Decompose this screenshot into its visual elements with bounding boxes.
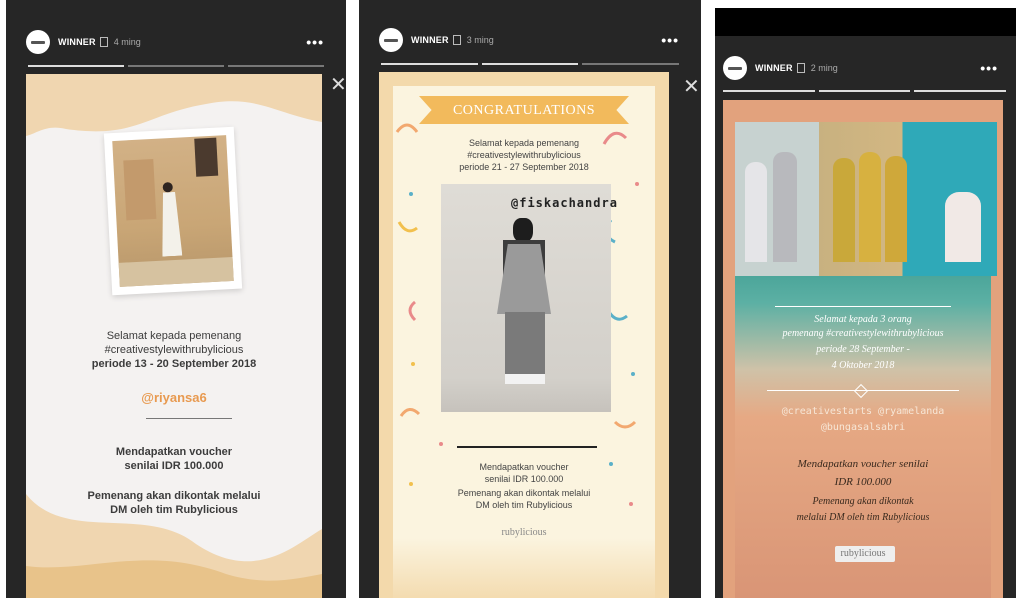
winner-photo (112, 135, 234, 287)
contact-line: DM oleh tim Rubylicious (110, 504, 238, 516)
avatar[interactable] (379, 28, 403, 52)
caption-hashtag: pemenang #creativestylewithrubylicious (782, 328, 944, 339)
group-photo (735, 122, 997, 276)
verified-icon (99, 37, 108, 47)
timestamp: 3 ming (466, 35, 494, 45)
prize-line: senilai IDR 100.000 (124, 460, 224, 472)
more-options-icon[interactable]: ••• (980, 60, 998, 76)
divider (775, 306, 951, 307)
divider (457, 446, 597, 448)
caption-period: 4 Oktober 2018 (831, 360, 895, 371)
avatar[interactable] (723, 56, 747, 80)
username[interactable]: WINNER (411, 35, 449, 45)
more-options-icon[interactable]: ••• (661, 32, 679, 48)
story-panel-2: WINNER 3 ming ••• CONGRATULATIONS Selama… (359, 0, 701, 598)
avatar[interactable] (26, 30, 50, 54)
story-card: CONGRATULATIONS Selamat kepada pemenang … (379, 72, 669, 598)
caption-period: periode 13 - 20 September 2018 (91, 358, 257, 370)
story-panel-3: WINNER 2 ming ••• Selamat kepada 3 orang… (715, 8, 1016, 598)
contact-line: Pemenang akan dikontak melalui (87, 490, 261, 502)
winner-handles[interactable]: @bungasalsabri (723, 422, 1003, 433)
caption-line: Selamat kepada pemenang (106, 330, 242, 342)
contact-line: Pemenang akan dikontak melalui (457, 488, 591, 498)
winner-handle[interactable]: @fiskachandra (511, 196, 618, 210)
timestamp: 2 ming (810, 63, 838, 73)
prize-line: senilai IDR 100.000 (484, 474, 564, 484)
username[interactable]: WINNER (58, 37, 96, 47)
divider (146, 418, 232, 419)
story-card: Selamat kepada 3 orang pemenang #creativ… (723, 100, 1003, 598)
caption-line: Selamat kepada pemenang (468, 138, 580, 148)
banner-title: CONGRATULATIONS (452, 103, 596, 118)
caption-hashtag: #creativestylewithrubylicious (467, 150, 581, 160)
contact-line: melalui DM oleh tim Rubylicious (796, 512, 930, 523)
prize-line: Mendapatkan voucher senilai (797, 458, 929, 470)
more-options-icon[interactable]: ••• (306, 34, 324, 50)
story-progress (28, 65, 324, 67)
story-panel-1: WINNER 4 ming ••• Selamat kepada pemenan… (6, 0, 346, 598)
top-bar (715, 8, 1016, 36)
caption-period: periode 28 September - (816, 344, 910, 355)
story-header: WINNER 4 ming ••• (6, 22, 346, 62)
prize-line: IDR 100.000 (834, 476, 892, 488)
winner-handle[interactable]: @riyansa6 (26, 390, 322, 405)
caption-line: Selamat kepada 3 orang (814, 314, 912, 325)
prize-line: Mendapatkan voucher (115, 446, 233, 458)
brand-logo: rubylicious (840, 548, 886, 559)
prize-line: Mendapatkan voucher (479, 462, 569, 472)
story-header: WINNER 2 ming ••• (715, 48, 1016, 88)
username[interactable]: WINNER (755, 63, 793, 73)
story-progress (381, 63, 680, 65)
close-icon[interactable]: ✕ (330, 72, 346, 96)
contact-line: DM oleh tim Rubylicious (475, 500, 573, 510)
contact-line: Pemenang akan dikontak (812, 496, 914, 507)
winner-handles[interactable]: @creativestarts @ryamelanda (723, 406, 1003, 417)
winner-photo (441, 184, 611, 412)
brand-logo: rubylicious (501, 527, 547, 538)
verified-icon (796, 63, 805, 73)
caption-hashtag: #creativestylewithrubylicious (104, 344, 244, 356)
photo-frame (103, 126, 243, 296)
story-card: Selamat kepada pemenang #creativestylewi… (26, 74, 322, 598)
story-progress (723, 90, 1007, 92)
verified-icon (452, 35, 461, 45)
close-icon[interactable]: ✕ (683, 74, 700, 98)
caption-period: periode 21 - 27 September 2018 (459, 162, 589, 172)
story-header: WINNER 3 ming ••• (359, 20, 701, 60)
timestamp: 4 ming (113, 37, 141, 47)
bottom-fade (379, 538, 669, 598)
